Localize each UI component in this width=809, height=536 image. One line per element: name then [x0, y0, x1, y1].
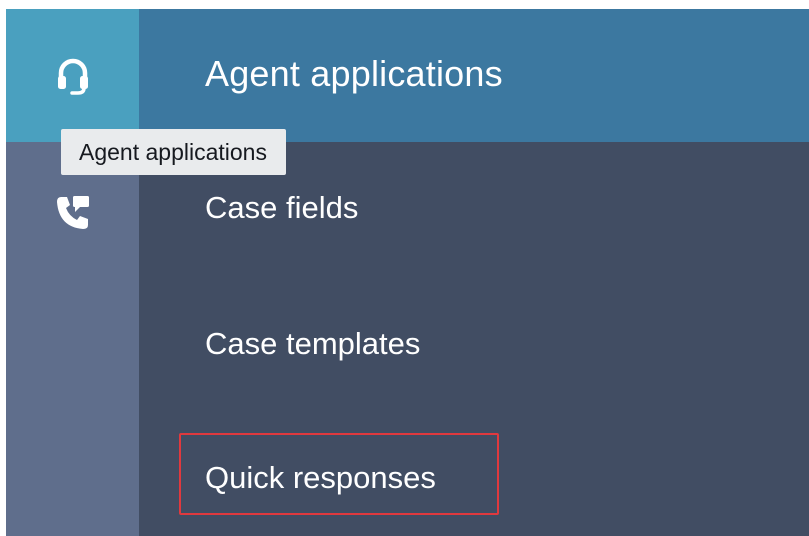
flyout-panel: Agent applications Case fields Case temp…: [139, 9, 809, 536]
rail-item-phone[interactable]: [6, 181, 139, 245]
rail-item-agent-applications[interactable]: [6, 9, 139, 142]
app-frame: Agent applications Case fields Case temp…: [6, 9, 809, 536]
panel-title: Agent applications: [205, 53, 503, 94]
nav-item-quick-responses[interactable]: Quick responses: [205, 460, 436, 496]
nav-item-case-templates[interactable]: Case templates: [205, 326, 420, 362]
tooltip: Agent applications: [61, 129, 286, 175]
nav-item-case-fields[interactable]: Case fields: [205, 190, 358, 226]
phone-transfer-icon: [56, 196, 89, 229]
headset-icon: [57, 58, 88, 95]
panel-header: Agent applications: [139, 9, 809, 142]
icon-rail: [6, 9, 139, 536]
